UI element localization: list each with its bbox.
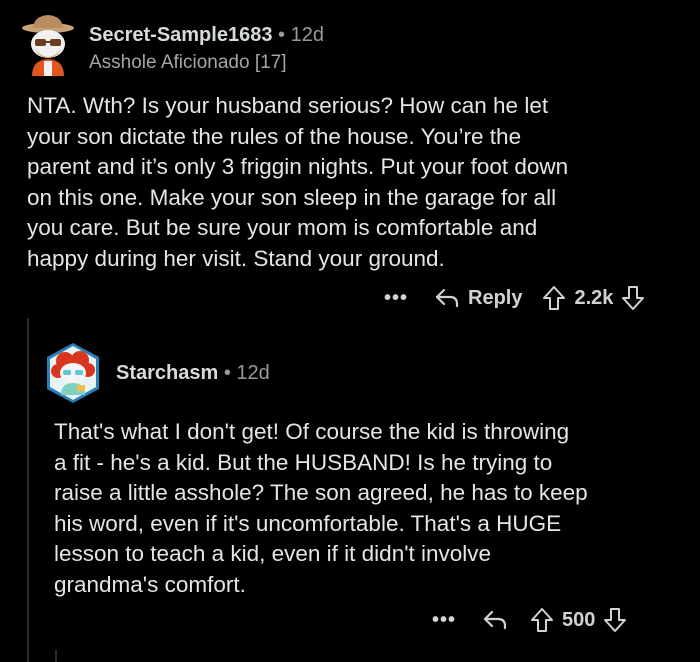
comment-body: NTA. Wth? Is your husband serious? How c… xyxy=(27,93,569,271)
reply-arrow-icon[interactable] xyxy=(434,287,460,309)
thread-line[interactable] xyxy=(27,318,29,662)
more-options-button[interactable]: ••• xyxy=(432,609,456,632)
upvote-arrow-icon[interactable] xyxy=(530,607,554,633)
separator-dot: • xyxy=(278,24,286,46)
user-flair: Asshole Aficionado [17] xyxy=(89,52,287,73)
user-avatar-snoo-cowboy-icon[interactable] xyxy=(20,14,76,76)
comment-header: Secret-Sample1683 • 12d xyxy=(89,24,324,47)
thread-line[interactable] xyxy=(55,650,57,662)
comment-actions: ••• Reply 2.2k xyxy=(384,282,645,314)
reply-header: Starchasm • 12d xyxy=(116,362,270,385)
comment-age: 12d xyxy=(290,24,324,46)
downvote-arrow-icon[interactable] xyxy=(621,285,645,311)
username-link[interactable]: Secret-Sample1683 xyxy=(89,24,272,46)
downvote-arrow-icon[interactable] xyxy=(603,607,627,633)
vote-score: 2.2k xyxy=(574,286,614,309)
vote-score: 500 xyxy=(562,608,596,631)
username-link[interactable]: Starchasm xyxy=(116,362,218,384)
reply-arrow-icon[interactable] xyxy=(482,609,508,631)
upvote-arrow-icon[interactable] xyxy=(542,285,566,311)
user-avatar-redhead-icon[interactable] xyxy=(43,341,103,405)
more-options-button[interactable]: ••• xyxy=(384,287,408,310)
comment-age: 12d xyxy=(236,362,270,384)
reply-body: That's what I don't get! Of course the k… xyxy=(54,419,588,597)
reply-button[interactable]: Reply xyxy=(468,287,522,310)
separator-dot: • xyxy=(223,362,231,384)
reply-actions: ••• 500 xyxy=(432,604,627,636)
